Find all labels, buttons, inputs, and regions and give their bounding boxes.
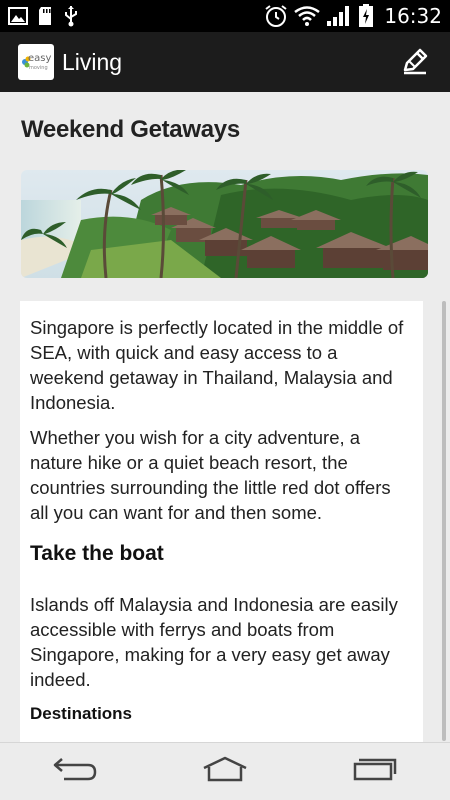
page-title: Weekend Getaways bbox=[21, 116, 240, 143]
intro-paragraph: Singapore is perfectly located in the mi… bbox=[30, 317, 404, 413]
clock: 16:32 bbox=[384, 4, 442, 28]
navigation-bar bbox=[0, 742, 450, 800]
home-icon bbox=[201, 756, 249, 787]
back-icon bbox=[52, 756, 98, 787]
section-heading: Take the boat bbox=[30, 542, 164, 565]
edit-button[interactable] bbox=[398, 46, 432, 80]
article-card: Singapore is perfectly located in the mi… bbox=[20, 301, 423, 742]
usb-icon bbox=[64, 5, 78, 27]
alarm-icon bbox=[264, 4, 288, 28]
back-button[interactable] bbox=[45, 752, 105, 792]
app-logo[interactable]: easy moving bbox=[18, 44, 54, 80]
image-icon bbox=[8, 7, 28, 25]
action-bar: easy moving Living bbox=[0, 32, 450, 92]
body-paragraph: Whether you wish for a city adventure, a… bbox=[30, 427, 391, 523]
scrollbar[interactable] bbox=[442, 301, 446, 741]
recent-apps-icon bbox=[352, 756, 398, 787]
banner-image bbox=[21, 170, 428, 278]
wifi-icon bbox=[294, 6, 321, 26]
notification-icons bbox=[0, 0, 78, 32]
content-area[interactable]: Weekend Getaways Singapore is perfectly … bbox=[0, 92, 450, 742]
section-paragraph: Islands off Malaysia and Indonesia are e… bbox=[30, 594, 398, 690]
pencil-icon bbox=[400, 46, 430, 81]
logo-text: easy bbox=[28, 53, 52, 64]
battery-charging-icon bbox=[358, 4, 374, 28]
home-button[interactable] bbox=[195, 752, 255, 792]
logo-subtext: moving bbox=[29, 65, 48, 71]
recent-apps-button[interactable] bbox=[345, 752, 405, 792]
sd-card-icon bbox=[38, 6, 54, 26]
status-bar: 16:32 bbox=[0, 0, 450, 32]
system-icons: 16:32 bbox=[264, 0, 450, 32]
screen-title: Living bbox=[62, 48, 123, 75]
signal-icon bbox=[326, 5, 352, 27]
subheading: Destinations bbox=[30, 704, 133, 723]
